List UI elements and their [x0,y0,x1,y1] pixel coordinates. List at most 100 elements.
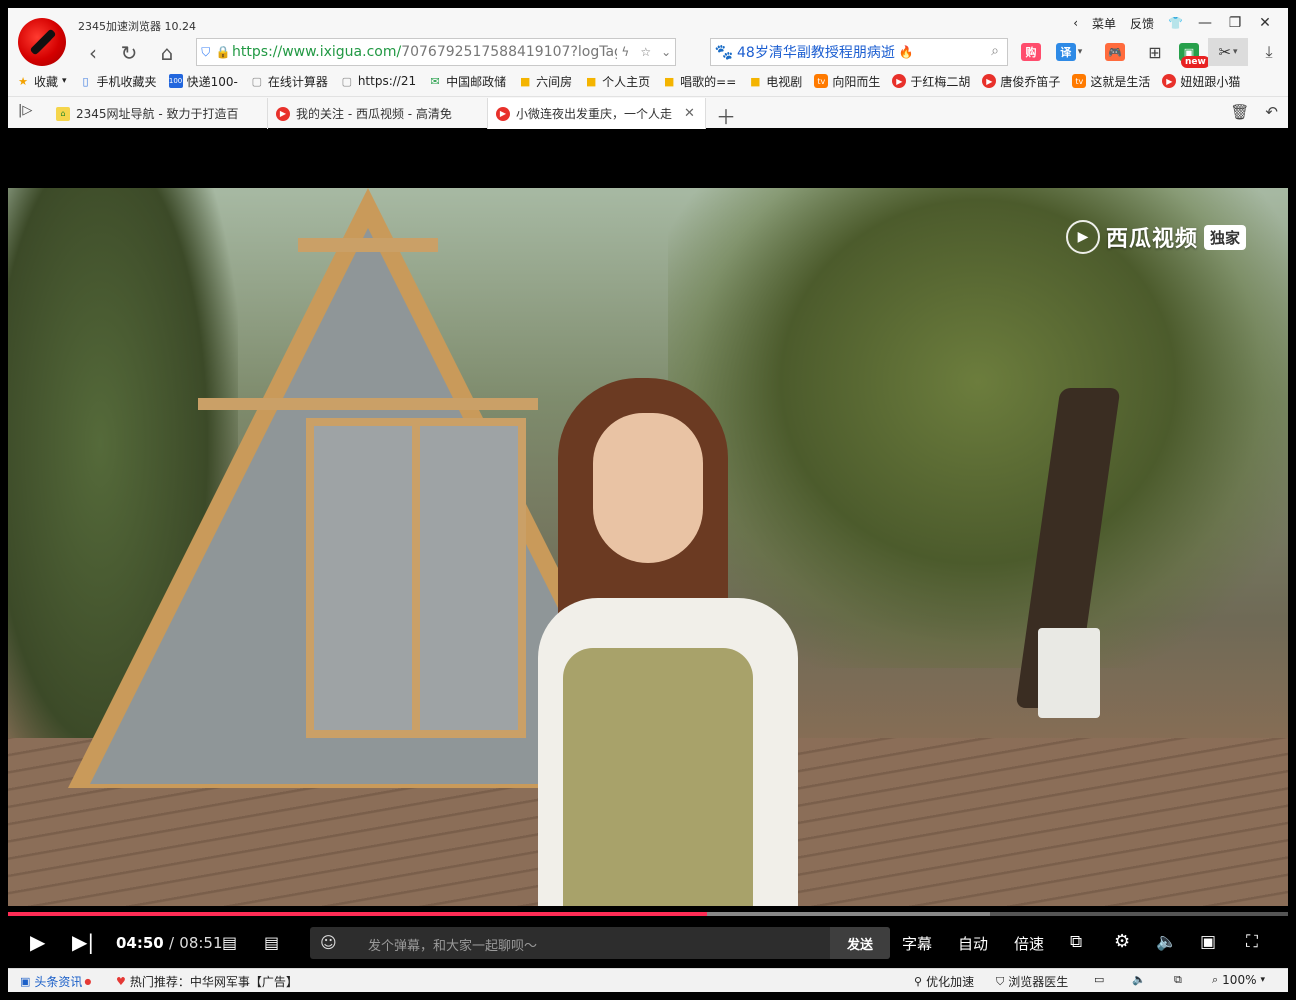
bookmark-item[interactable]: ✉ 中国邮政储 [428,73,507,90]
refresh-icon[interactable]: ↻ [116,40,142,66]
volume-icon[interactable]: 🔈 [1156,932,1177,952]
bookmark-label: 这就是生活 [1090,74,1151,89]
theater-mode-icon[interactable]: ▣ [1200,932,1216,952]
settings-gear-icon[interactable]: ⚙ [1114,931,1130,952]
bookmark-item[interactable]: tv 向阳而生 [814,73,880,90]
zoom-control[interactable]: ⌕ 100% ▾ [1212,973,1265,987]
speaker-icon[interactable]: 🔈 [1132,973,1150,986]
shop-button[interactable]: 购 [1016,38,1046,66]
bookmark-item[interactable]: ■ 电视剧 [748,73,802,90]
chevron-down-icon[interactable]: ▾ [1233,47,1238,57]
cabin-door [306,418,526,738]
url-host: https://www.ixigua.com/ [232,44,402,60]
folder-icon: ■ [585,74,597,88]
picture-in-picture-icon[interactable]: ⧉ [1070,932,1082,952]
hot-recommend-link[interactable]: ♥ 热门推荐：中华网军事【广告】 [116,973,298,990]
xigua-watermark: ▶ 西瓜视频 独家 [1065,220,1246,254]
trash-bin-icon[interactable]: 🗑 [1230,103,1249,121]
address-bar[interactable]: ⛉ 🔒 https://www.ixigua.com/7076792517588… [196,38,676,66]
bookmark-item[interactable]: tv 这就是生活 [1072,73,1150,90]
doctor-label: 浏览器医生 [1008,975,1069,989]
vr-icon[interactable]: ▭ [1094,973,1108,986]
next-icon[interactable]: ▶| [72,930,94,954]
speed-button[interactable]: 倍速 [1014,933,1044,954]
tab-2345-nav[interactable]: ⌂ 2345网址导航 - 致力于打造百 [48,98,268,129]
bookmark-item[interactable]: ★ 收藏 ▾ [16,73,66,90]
bookmark-item[interactable]: ▢ https://21 [340,74,417,88]
shirt-skin-icon[interactable]: 👕 [1161,16,1190,30]
bookmark-item[interactable]: ■ 个人主页 [584,73,650,90]
download-icon[interactable]: ⤓ [1254,38,1284,66]
quality-button[interactable]: 自动 [958,933,988,954]
bookmark-label: 在线计算器 [267,74,328,89]
browser-doctor-button[interactable]: ⛉ 浏览器医生 [996,973,1068,990]
player-controls: ▶ ▶| 04:50 / 08:51 ▤ ▤ ☺ 发个弹幕，和大家一起聊呗～ 发… [8,916,1288,968]
danmu-list-icon[interactable]: ▤ [222,933,237,952]
fullscreen-icon[interactable]: ⛶ [1246,932,1258,952]
subtitle-button[interactable]: 字幕 [902,933,932,954]
bookmark-item[interactable]: ▯ 手机收藏夹 [79,73,157,90]
restore-icon[interactable]: ❐ [1220,15,1250,31]
chevron-down-icon[interactable]: ▾ [1078,47,1083,57]
address-url[interactable]: https://www.ixigua.com/70767925175884191… [232,44,617,60]
emoji-icon[interactable]: ☺ [320,933,337,952]
lightning-icon[interactable]: ϟ [617,45,635,59]
hot-search-text[interactable]: 48岁清华副教授程朋病逝 [737,42,895,62]
translate-button[interactable]: 译 ▾ [1054,38,1084,66]
cabin-beam [298,238,438,252]
undo-icon[interactable]: ↶ [1265,103,1278,121]
game-controller-icon[interactable]: 🎮 [1100,38,1130,66]
bookmark-label: 电视剧 [766,74,803,89]
tab-xigua-follow[interactable]: ▶ 我的关注 - 西瓜视频 - 高清免 [268,98,488,129]
minimize-icon[interactable]: — [1190,15,1220,31]
danmu-settings-icon[interactable]: ▤ [264,933,279,952]
home-icon[interactable]: ⌂ [154,40,180,66]
new-tab-icon[interactable]: ＋ [716,101,736,130]
feedback-button[interactable]: 反馈 [1123,15,1161,32]
app-title: 2345加速浏览器 10.24 [78,20,196,33]
video-frame[interactable]: ▶ 西瓜视频 独家 [8,188,1288,906]
heart-icon: ♥ [116,975,126,988]
back-icon[interactable]: ‹ [80,40,106,66]
chevron-left-icon[interactable]: ‹ [1066,16,1085,30]
zoom-icon: ⌕ [1212,973,1219,986]
close-window-icon[interactable]: ✕ [1250,15,1280,31]
news-feed-link[interactable]: ▣ 头条资讯 ● [20,973,91,990]
folder-icon: ■ [663,74,675,88]
lock-icon[interactable]: 🔒 [215,45,233,59]
optimize-button[interactable]: ⚲ 优化加速 [914,973,974,990]
star-bookmark-icon[interactable]: ☆ [634,45,657,59]
play-icon[interactable]: ▶ [30,930,45,954]
screenshot-scissors-icon[interactable]: ✂ ▾ [1208,38,1248,66]
browser-logo-icon[interactable] [18,18,66,66]
danmu-placeholder[interactable]: 发个弹幕，和大家一起聊呗～ [368,935,537,954]
bookmark-item[interactable]: ■ 六间房 [518,73,572,90]
menu-button[interactable]: 菜单 [1085,15,1123,32]
tab-current-video[interactable]: ▶ 小微连夜出发重庆，一个人走 ✕ [488,98,706,129]
house-favicon-icon: ⌂ [56,106,70,121]
close-tab-icon[interactable]: ✕ [684,106,695,121]
bookmark-label: 妞妞跟小猫 [1180,74,1241,89]
cabin-beam [198,398,538,410]
apps-grid-icon[interactable]: ⊞ [1140,38,1170,66]
watermark-exclusive-tag: 独家 [1203,224,1246,250]
bookmark-item[interactable]: 100 快递100- [168,73,238,90]
bookmark-item[interactable]: ■ 唱歌的== [662,73,736,90]
chevron-down-icon[interactable]: ⌄ [657,45,675,59]
sidebar-toggle-icon[interactable]: |▷ [18,103,32,118]
xigua-favicon-icon: ▶ [496,106,510,121]
search-bar[interactable]: 🐾 48岁清华副教授程朋病逝 🔥 ⌕ [710,38,1008,66]
window-icon[interactable]: ⧉ [1174,973,1186,987]
browser-chrome: 2345加速浏览器 10.24 ‹ 菜单 反馈 👕 — ❐ ✕ ‹ ↻ ⌂ ⛉ … [8,8,1288,130]
shield-icon[interactable]: ⛉ [197,45,215,60]
send-button[interactable]: 发送 [830,927,890,959]
bookmark-item[interactable]: ▶ 唐俊乔笛子 [982,73,1060,90]
url-path: 7076792517588419107?logTag=e [401,44,616,60]
search-icon[interactable]: ⌕ [991,43,999,59]
bookmark-item[interactable]: ▢ 在线计算器 [250,73,328,90]
xigua-play-logo-icon: ▶ [1065,220,1100,254]
bookmark-item[interactable]: ▶ 于红梅二胡 [892,73,970,90]
post-icon: ✉ [430,74,440,88]
bookmark-item[interactable]: ▶ 妞妞跟小猫 [1162,73,1240,90]
danmu-input-box[interactable]: ☺ 发个弹幕，和大家一起聊呗～ 发送 [310,927,890,959]
